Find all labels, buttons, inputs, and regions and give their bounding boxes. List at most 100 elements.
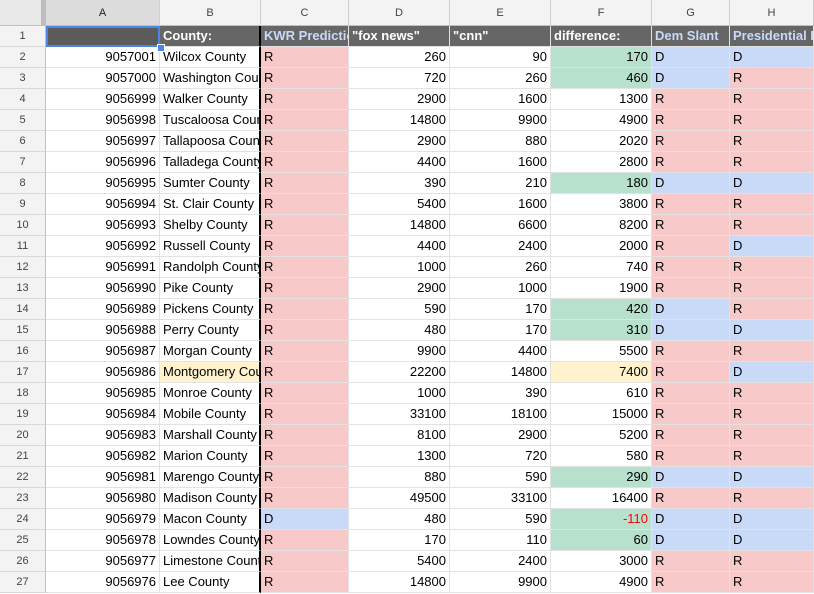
fox-news-cell[interactable]: 14800 [349,110,450,131]
presidential-result-cell[interactable]: D [730,173,814,194]
fox-news-cell[interactable]: 4400 [349,236,450,257]
difference-cell[interactable]: 60 [551,530,652,551]
county-cell[interactable]: Mobile County [160,404,261,425]
id-cell[interactable]: 9056989 [46,299,160,320]
county-cell[interactable]: Randolph County [160,257,261,278]
difference-cell[interactable]: 7400 [551,362,652,383]
difference-cell[interactable]: 420 [551,299,652,320]
county-cell[interactable]: Perry County [160,320,261,341]
cnn-cell[interactable]: 1600 [450,194,551,215]
fox-news-cell[interactable]: 1000 [349,257,450,278]
difference-cell[interactable]: 4900 [551,110,652,131]
cnn-cell[interactable]: 110 [450,530,551,551]
difference-cell[interactable]: 290 [551,467,652,488]
fox-news-cell[interactable]: 14800 [349,572,450,593]
id-cell[interactable]: 9056979 [46,509,160,530]
cnn-cell[interactable]: 2400 [450,236,551,257]
dem-slant-cell[interactable]: D [652,299,730,320]
fox-news-cell[interactable]: 9900 [349,341,450,362]
county-cell[interactable]: Marshall County [160,425,261,446]
cnn-cell[interactable]: 260 [450,257,551,278]
difference-cell[interactable]: 310 [551,320,652,341]
dem-slant-cell[interactable]: R [652,131,730,152]
row-header[interactable]: 17 [0,362,46,383]
county-cell[interactable]: Russell County [160,236,261,257]
county-cell[interactable]: Washington County [160,68,261,89]
id-cell[interactable]: 9056978 [46,530,160,551]
dem-slant-cell[interactable]: D [652,68,730,89]
fox-news-cell[interactable]: 5400 [349,194,450,215]
difference-cell[interactable]: 580 [551,446,652,467]
difference-cell[interactable]: 460 [551,68,652,89]
id-cell[interactable]: 9056976 [46,572,160,593]
presidential-result-cell[interactable]: R [730,425,814,446]
fox-news-cell[interactable]: 480 [349,509,450,530]
dem-slant-cell[interactable]: R [652,194,730,215]
difference-cell[interactable]: 3800 [551,194,652,215]
fox-news-cell[interactable]: 33100 [349,404,450,425]
dem-slant-cell[interactable]: D [652,320,730,341]
county-cell[interactable]: Sumter County [160,173,261,194]
column-header-b[interactable]: B [160,0,261,26]
id-cell[interactable]: 9056985 [46,383,160,404]
presidential-result-cell[interactable]: D [730,530,814,551]
cnn-cell[interactable]: 260 [450,68,551,89]
header-cell-h[interactable]: Presidential Result [730,26,814,47]
county-cell[interactable]: Pike County [160,278,261,299]
presidential-result-cell[interactable]: R [730,194,814,215]
difference-cell[interactable]: 610 [551,383,652,404]
kwr-prediction-cell[interactable]: R [261,341,349,362]
fox-news-cell[interactable]: 8100 [349,425,450,446]
id-cell[interactable]: 9056994 [46,194,160,215]
dem-slant-cell[interactable]: D [652,47,730,68]
id-cell[interactable]: 9056986 [46,362,160,383]
fox-news-cell[interactable]: 14800 [349,215,450,236]
row-header[interactable]: 8 [0,173,46,194]
difference-cell[interactable]: -110 [551,509,652,530]
county-cell[interactable]: Marengo County [160,467,261,488]
kwr-prediction-cell[interactable]: R [261,467,349,488]
row-header[interactable]: 16 [0,341,46,362]
cnn-cell[interactable]: 4400 [450,341,551,362]
cnn-cell[interactable]: 1000 [450,278,551,299]
difference-cell[interactable]: 740 [551,257,652,278]
cnn-cell[interactable]: 880 [450,131,551,152]
kwr-prediction-cell[interactable]: R [261,404,349,425]
kwr-prediction-cell[interactable]: R [261,299,349,320]
kwr-prediction-cell[interactable]: R [261,572,349,593]
row-header[interactable]: 20 [0,425,46,446]
presidential-result-cell[interactable]: R [730,215,814,236]
cnn-cell[interactable]: 1600 [450,89,551,110]
kwr-prediction-cell[interactable]: R [261,362,349,383]
presidential-result-cell[interactable]: D [730,362,814,383]
difference-cell[interactable]: 2020 [551,131,652,152]
header-cell-c[interactable]: KWR Prediction [261,26,349,47]
presidential-result-cell[interactable]: D [730,236,814,257]
presidential-result-cell[interactable]: D [730,509,814,530]
presidential-result-cell[interactable]: R [730,68,814,89]
row-header[interactable]: 26 [0,551,46,572]
presidential-result-cell[interactable]: R [730,383,814,404]
kwr-prediction-cell[interactable]: R [261,530,349,551]
cnn-cell[interactable]: 720 [450,446,551,467]
cnn-cell[interactable]: 33100 [450,488,551,509]
row-header[interactable]: 7 [0,152,46,173]
row-header[interactable]: 13 [0,278,46,299]
presidential-result-cell[interactable]: R [730,131,814,152]
county-cell[interactable]: Lowndes County [160,530,261,551]
kwr-prediction-cell[interactable]: R [261,110,349,131]
cnn-cell[interactable]: 9900 [450,572,551,593]
kwr-prediction-cell[interactable]: R [261,425,349,446]
county-cell[interactable]: Wilcox County [160,47,261,68]
fox-news-cell[interactable]: 1000 [349,383,450,404]
id-cell[interactable]: 9056991 [46,257,160,278]
row-header[interactable]: 27 [0,572,46,593]
row-header[interactable]: 6 [0,131,46,152]
cnn-cell[interactable]: 9900 [450,110,551,131]
id-cell[interactable]: 9056981 [46,467,160,488]
cnn-cell[interactable]: 210 [450,173,551,194]
presidential-result-cell[interactable]: D [730,320,814,341]
fox-news-cell[interactable]: 590 [349,299,450,320]
cnn-cell[interactable]: 170 [450,320,551,341]
column-header-c[interactable]: C [261,0,349,26]
